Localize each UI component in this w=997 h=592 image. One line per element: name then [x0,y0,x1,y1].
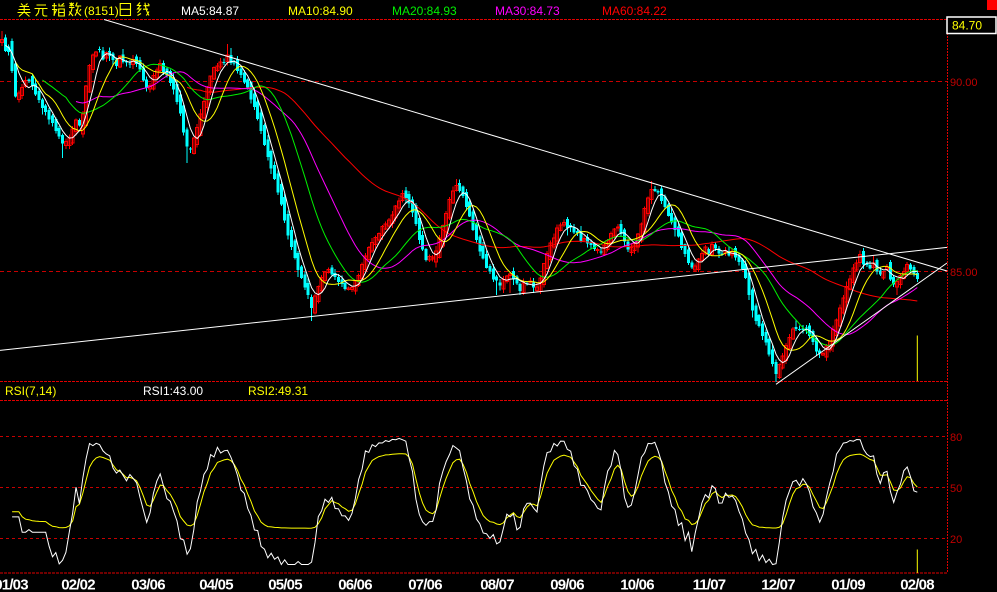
svg-text:02/08: 02/08 [900,577,934,592]
svg-text:09/06: 09/06 [550,577,584,592]
svg-text:08/07: 08/07 [480,577,514,592]
svg-text:02/02: 02/02 [61,577,95,592]
svg-text:11/07: 11/07 [693,577,726,592]
svg-text:03/06: 03/06 [131,577,165,592]
svg-text:MA30:84.73: MA30:84.73 [495,4,560,18]
svg-text:10/06: 10/06 [620,577,654,592]
svg-text:01/09: 01/09 [831,577,865,592]
svg-text:50: 50 [950,483,962,495]
svg-text:84.70: 84.70 [952,19,982,33]
svg-text:MA10:84.90: MA10:84.90 [288,4,353,18]
svg-text:12/07: 12/07 [761,577,795,592]
svg-text:MA20:84.93: MA20:84.93 [392,4,457,18]
svg-text:RSI(7,14): RSI(7,14) [5,384,56,398]
svg-text:90.00: 90.00 [950,77,978,89]
svg-text:(8151): (8151) [84,4,119,18]
svg-text:RSI2:49.31: RSI2:49.31 [248,384,308,398]
svg-text:RSI1:43.00: RSI1:43.00 [143,384,203,398]
svg-text:04/05: 04/05 [199,577,233,592]
svg-text:80: 80 [950,432,962,444]
svg-text:MA5:84.87: MA5:84.87 [181,4,239,18]
svg-text:05/05: 05/05 [268,577,302,592]
svg-text:01/03: 01/03 [0,577,28,592]
svg-text:06/06: 06/06 [338,577,372,592]
svg-text:20: 20 [950,534,962,546]
svg-text:MA60:84.22: MA60:84.22 [602,4,667,18]
svg-text:07/06: 07/06 [408,577,442,592]
svg-text:85.00: 85.00 [950,267,978,279]
